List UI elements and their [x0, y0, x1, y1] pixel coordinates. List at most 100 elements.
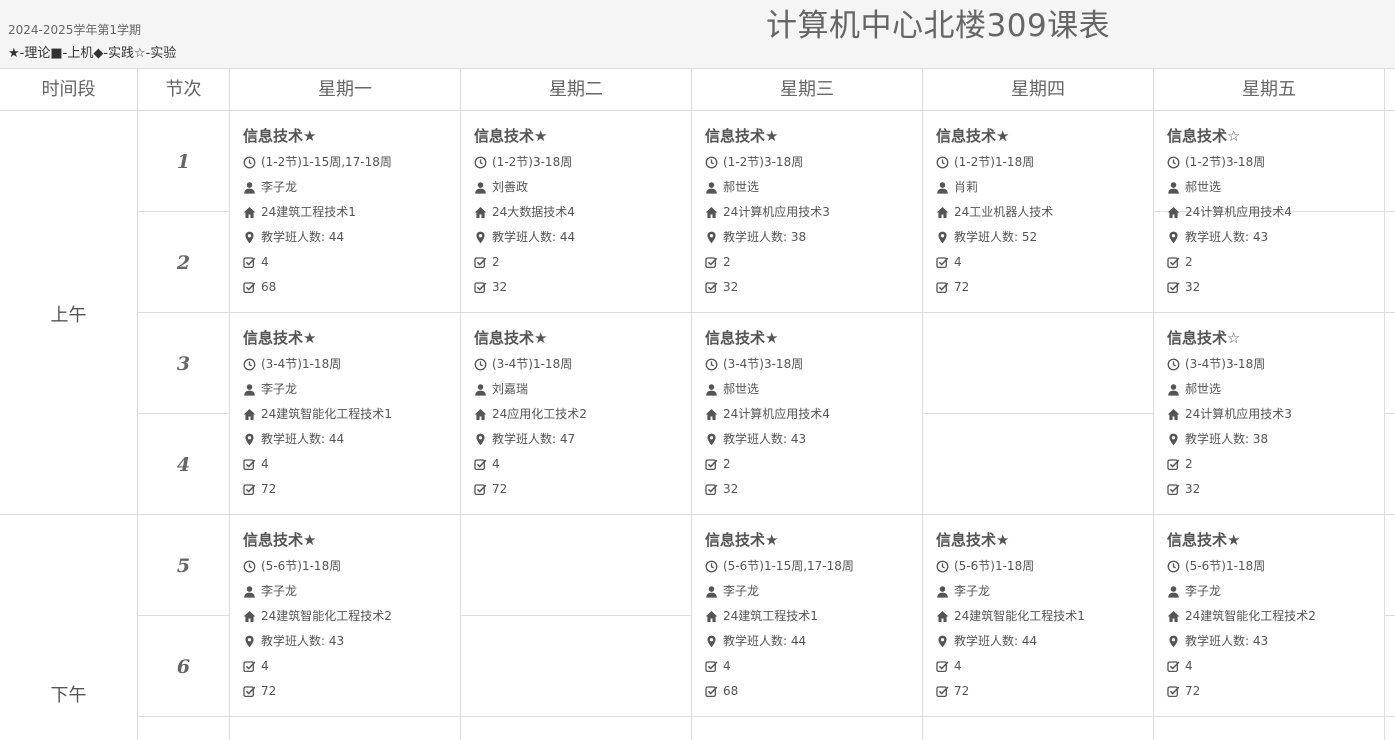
checkbox-icon	[474, 256, 487, 269]
period-afternoon: 下午	[50, 685, 87, 706]
checkbox-icon	[936, 660, 949, 673]
course-card[interactable]: 信息技术★ (1-2节)1-15周,17-18周 李子龙 24建筑工程技术1 教学班人数…	[243, 125, 458, 300]
course-teacher-row: 李子龙	[243, 175, 458, 200]
course-card[interactable]: 信息技术★ (1-2节)3-18周 郝世选 24计算机应用技术3 教学班人数: 38 2 3…	[705, 125, 920, 300]
course-teacher: 郝世选	[1185, 382, 1222, 396]
course-teacher: 刘嘉瑞	[492, 382, 529, 396]
course-class-row: 24建筑工程技术1	[705, 604, 920, 629]
course-weeks-row: (3-4节)3-18周	[1167, 352, 1382, 377]
course-class-row: 24建筑工程技术1	[243, 200, 458, 225]
course-class-row: 24计算机应用技术4	[705, 402, 920, 427]
course-value-1: 2	[1185, 255, 1193, 269]
course-class-row: 24大数据技术4	[474, 200, 689, 225]
clock-icon	[474, 156, 487, 169]
course-value-1: 4	[261, 457, 269, 471]
course-enrollment-row: 教学班人数: 43	[1167, 225, 1382, 250]
location-pin-icon	[936, 231, 949, 244]
course-enrollment: 教学班人数: 38	[723, 230, 807, 244]
checkbox-icon	[1167, 685, 1180, 698]
column-header-time: 时间段	[41, 79, 96, 100]
course-value-1: 2	[723, 457, 731, 471]
course-card[interactable]: 信息技术★ (5-6节)1-18周 李子龙 24建筑智能化工程技术1 教学班人数: 44…	[936, 529, 1151, 704]
course-card[interactable]: 信息技术★ (3-4节)3-18周 郝世选 24计算机应用技术4 教学班人数: 43 2 3…	[705, 327, 920, 502]
course-teacher: 李子龙	[954, 584, 991, 598]
column-header-slot: 节次	[165, 79, 202, 100]
course-weeks-row: (1-2节)3-18周	[1167, 150, 1382, 175]
course-value-2-row: 72	[243, 679, 458, 704]
slot-number: 3	[176, 353, 191, 375]
course-card[interactable]: 信息技术★ (3-4节)1-18周 李子龙 24建筑智能化工程技术1 教学班人数: 44…	[243, 327, 458, 502]
course-weeks-row: (1-2节)3-18周	[474, 150, 689, 175]
course-enrollment: 教学班人数: 43	[1185, 230, 1269, 244]
checkbox-icon	[705, 281, 718, 294]
course-name: 信息技术★	[1167, 531, 1241, 549]
course-value-2: 68	[723, 684, 739, 698]
course-name: 信息技术☆	[1167, 127, 1241, 145]
course-enrollment-row: 教学班人数: 47	[474, 427, 689, 452]
location-pin-icon	[936, 635, 949, 648]
course-enrollment: 教学班人数: 44	[261, 432, 345, 446]
course-weeks-row: (5-6节)1-15周,17-18周	[705, 554, 920, 579]
course-enrollment: 教学班人数: 44	[492, 230, 576, 244]
column-header-friday: 星期五	[1242, 79, 1296, 100]
block-divider	[138, 312, 1395, 313]
course-enrollment: 教学班人数: 52	[954, 230, 1038, 244]
course-card[interactable]: 信息技术★ (5-6节)1-15周,17-18周 李子龙 24建筑工程技术1 教学班人数…	[705, 529, 920, 704]
course-value-2-row: 32	[1167, 477, 1382, 502]
course-class: 24建筑工程技术1	[261, 205, 356, 219]
column-divider	[1384, 69, 1385, 740]
course-value-1: 4	[492, 457, 500, 471]
clock-icon	[474, 358, 487, 371]
course-value-2-row: 32	[474, 275, 689, 300]
course-card[interactable]: 信息技术☆ (1-2节)3-18周 郝世选 24计算机应用技术4 教学班人数: 43 2 3…	[1167, 125, 1382, 300]
home-icon	[1167, 206, 1180, 219]
course-card[interactable]: 信息技术★ (3-4节)1-18周 刘嘉瑞 24应用化工技术2 教学班人数: 47 4 72	[474, 327, 689, 502]
course-class: 24计算机应用技术4	[723, 407, 830, 421]
clock-icon	[243, 560, 256, 573]
course-card[interactable]: 信息技术★ (5-6节)1-18周 李子龙 24建筑智能化工程技术2 教学班人数: 43…	[1167, 529, 1382, 704]
course-name: 信息技术★	[705, 531, 779, 549]
legend-label: ★-理论■-上机◆-实践☆-实验	[8, 46, 177, 61]
course-card[interactable]: 信息技术★ (1-2节)3-18周 刘善政 24大数据技术4 教学班人数: 44 2 32	[474, 125, 689, 300]
course-weeks-row: (1-2节)1-18周	[936, 150, 1151, 175]
course-teacher-row: 郝世选	[1167, 175, 1382, 200]
course-card[interactable]: 信息技术☆ (3-4节)3-18周 郝世选 24计算机应用技术3 教学班人数: 38 2 3…	[1167, 327, 1382, 502]
course-card[interactable]: 信息技术★ (1-2节)1-18周 肖莉 24工业机器人技术 教学班人数: 52 4 72	[936, 125, 1151, 300]
course-name: 信息技术★	[936, 127, 1010, 145]
course-value-2: 68	[261, 280, 277, 294]
course-enrollment-row: 教学班人数: 44	[243, 225, 458, 250]
page-title: 计算机中心北楼309课表	[766, 8, 1111, 44]
home-icon	[243, 610, 256, 623]
course-enrollment: 教学班人数: 43	[261, 634, 345, 648]
course-class: 24计算机应用技术4	[1185, 205, 1292, 219]
course-weeks: (5-6节)1-18周	[1185, 559, 1266, 573]
location-pin-icon	[705, 433, 718, 446]
course-name: 信息技术★	[705, 329, 779, 347]
course-class: 24建筑智能化工程技术2	[1185, 609, 1316, 623]
course-class: 24计算机应用技术3	[1185, 407, 1292, 421]
slot-divider	[138, 211, 229, 212]
checkbox-icon	[474, 458, 487, 471]
column-divider	[460, 69, 461, 740]
checkbox-icon	[705, 660, 718, 673]
location-pin-icon	[705, 635, 718, 648]
checkbox-icon	[936, 281, 949, 294]
course-teacher: 李子龙	[723, 584, 760, 598]
course-class: 24计算机应用技术3	[723, 205, 830, 219]
slot-divider	[138, 413, 229, 414]
checkbox-icon	[474, 483, 487, 496]
location-pin-icon	[474, 433, 487, 446]
home-icon	[705, 610, 718, 623]
course-class-row: 24建筑智能化工程技术1	[243, 402, 458, 427]
course-weeks: (1-2节)1-15周,17-18周	[261, 155, 392, 169]
location-pin-icon	[1167, 433, 1180, 446]
location-pin-icon	[705, 231, 718, 244]
course-card[interactable]: 信息技术★ (5-6节)1-18周 李子龙 24建筑智能化工程技术2 教学班人数: 43…	[243, 529, 458, 704]
course-class-row: 24计算机应用技术4	[1167, 200, 1382, 225]
course-weeks: (5-6节)1-18周	[954, 559, 1035, 573]
checkbox-icon	[1167, 256, 1180, 269]
course-value-2-row: 72	[243, 477, 458, 502]
checkbox-icon	[705, 458, 718, 471]
course-enrollment: 教学班人数: 44	[261, 230, 345, 244]
checkbox-icon	[243, 281, 256, 294]
